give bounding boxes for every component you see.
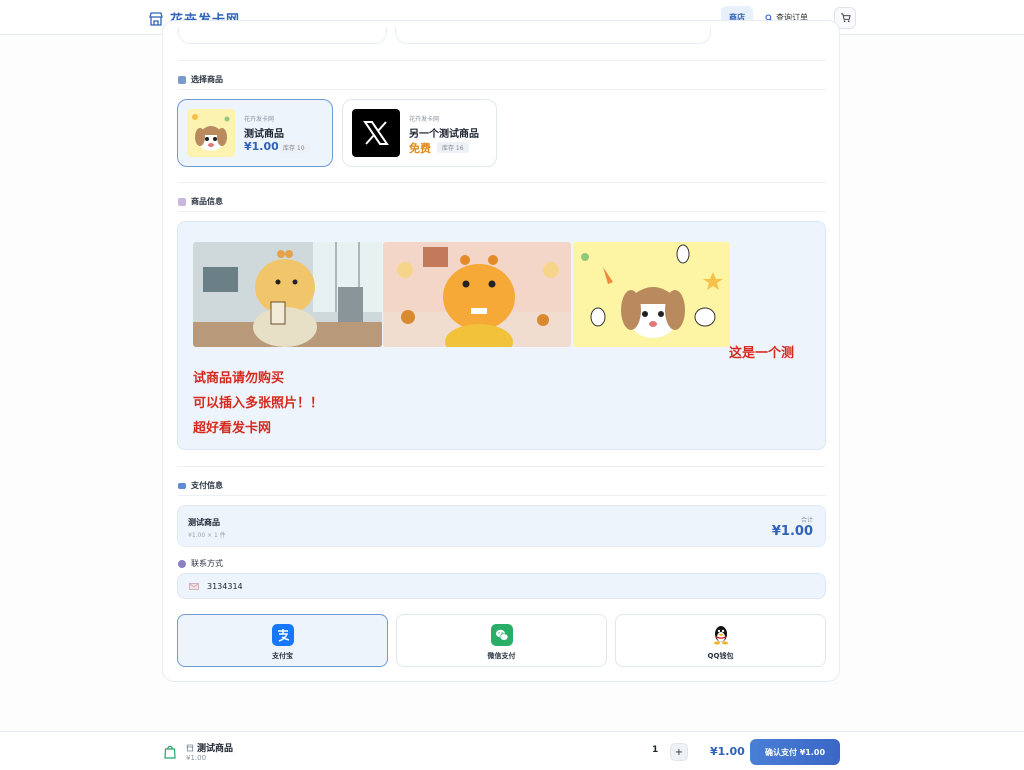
document-icon (178, 197, 186, 206)
contact-icon (178, 559, 186, 568)
divider (178, 466, 826, 467)
product-card-another[interactable]: 花卉发卡网 另一个测试商品 免费 库存 16 (342, 99, 497, 167)
cart-icon (840, 13, 851, 22)
product-shop-name: 花卉发卡网 (244, 116, 275, 123)
product-description: 这是一个测 试商品请勿购买 可以插入多张照片！！ 超好看发卡网 (177, 221, 826, 450)
product-stock-badge: 库存 10 (278, 142, 310, 153)
divider (178, 89, 826, 90)
pay-option-alipay[interactable]: 支付宝 (177, 614, 388, 667)
contact-value: 3134314 (207, 581, 243, 591)
illustration-hippo-computer (193, 242, 382, 347)
scrolled-card-right (395, 28, 711, 44)
section-title-text: 支付信息 (191, 481, 223, 490)
divider (178, 495, 826, 496)
section-title-text: 选择商品 (191, 75, 223, 84)
footer-product-name: 测试商品 (186, 741, 233, 754)
divider (178, 211, 826, 212)
quantity-increase-button[interactable]: + (670, 743, 688, 761)
order-summary: 测试商品 ¥1.00 × 1 件 合计 ¥1.00 (177, 505, 826, 547)
footer-product-name-text: 测试商品 (197, 744, 234, 754)
footer-unit-price: ¥1.00 (186, 754, 207, 762)
store-icon (149, 11, 163, 26)
section-product-info: 商品信息 (178, 196, 223, 207)
section-title-text: 联系方式 (191, 559, 223, 568)
contact-input[interactable]: 3134314 (177, 573, 826, 599)
store-icon (186, 744, 194, 751)
qq-icon (710, 624, 732, 646)
summary-unit-quantity: ¥1.00 × 1 件 (188, 532, 226, 539)
summary-total-label: 合计 (800, 517, 813, 524)
product-stock-badge: 库存 16 (437, 142, 469, 153)
section-select-product: 选择商品 (178, 74, 223, 85)
product-price: ¥1.00 (244, 140, 279, 153)
confirm-pay-button[interactable]: 确认支付 ¥1.00 (750, 739, 840, 765)
description-line: 超好看发卡网 (193, 421, 272, 436)
pay-option-label: 微信支付 (487, 652, 516, 660)
section-title-text: 商品信息 (191, 197, 223, 206)
pay-option-qq[interactable]: QQ钱包 (615, 614, 826, 667)
product-price: 免费 (409, 142, 431, 155)
section-contact: 联系方式 (178, 558, 223, 569)
illustration-hippo-room (383, 242, 571, 347)
product-card-test[interactable]: 花卉发卡网 测试商品 ¥1.00 库存 10 (177, 99, 333, 167)
wechat-icon (490, 624, 513, 646)
product-thumbnail (187, 109, 235, 157)
pay-option-label: QQ钱包 (707, 652, 734, 660)
description-line: 试商品请勿购买 (193, 371, 285, 386)
footer-total: ¥1.00 (710, 745, 745, 758)
pay-option-wechat[interactable]: 微信支付 (396, 614, 607, 667)
product-name: 测试商品 (244, 129, 284, 140)
pay-option-label: 支付宝 (272, 652, 293, 660)
email-icon (189, 582, 199, 590)
section-payment-info: 支付信息 (178, 480, 223, 491)
product-shop-name: 花卉发卡网 (409, 116, 440, 123)
illustration-puppy-stickers (573, 242, 730, 347)
description-line: 这是一个测 (729, 346, 795, 361)
divider (178, 60, 826, 61)
alipay-icon (271, 624, 294, 646)
product-name: 另一个测试商品 (409, 129, 479, 140)
checkout-bar: 测试商品 ¥1.00 1 + ¥1.00 确认支付 ¥1.00 (0, 731, 1024, 770)
summary-total: ¥1.00 (771, 524, 813, 539)
divider (178, 182, 826, 183)
scrolled-card-left (178, 28, 387, 44)
quantity-value: 1 (652, 745, 659, 755)
x-logo-icon (352, 109, 400, 157)
shopping-bag-icon (164, 745, 176, 759)
description-line: 可以插入多张照片！！ (193, 396, 324, 411)
card-icon (178, 482, 186, 489)
shop-bag-icon (178, 75, 186, 84)
summary-product-name: 测试商品 (188, 518, 220, 527)
